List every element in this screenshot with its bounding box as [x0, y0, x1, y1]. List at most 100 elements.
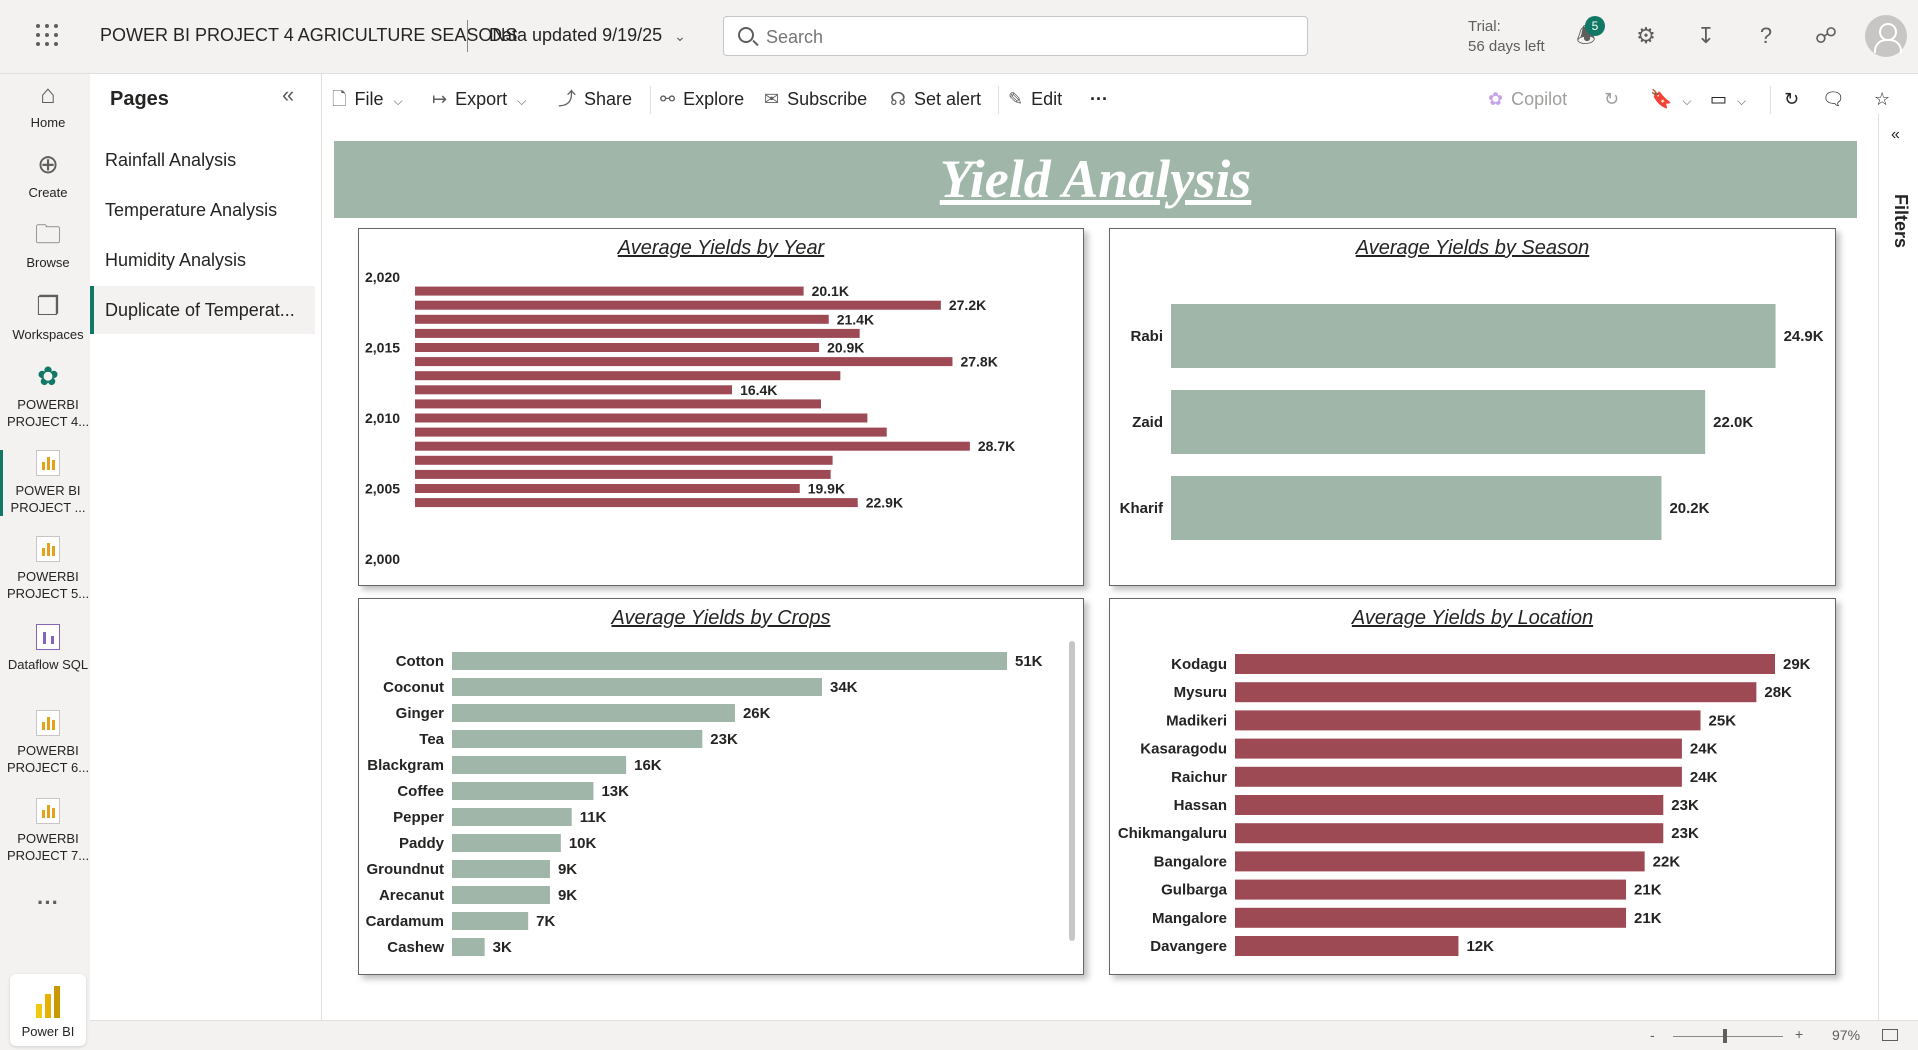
data-label: 29K — [1783, 656, 1811, 673]
avatar[interactable] — [1865, 15, 1907, 57]
bar — [1235, 654, 1775, 674]
nav-dataflow[interactable]: Dataflow SQL — [0, 624, 96, 673]
zoom-in-button[interactable]: + — [1795, 1026, 1803, 1042]
bar — [452, 808, 572, 826]
app-launcher-icon[interactable] — [36, 24, 58, 46]
bar — [1235, 795, 1664, 815]
help-icon[interactable]: ? — [1752, 22, 1780, 50]
bar — [1171, 304, 1776, 368]
home-icon: ⌂ — [40, 79, 56, 109]
download-icon[interactable]: ↧ — [1692, 22, 1720, 50]
search-input[interactable] — [766, 25, 1286, 49]
gear-icon[interactable]: ⚙ — [1632, 22, 1660, 50]
export-menu-button[interactable]: ↦ Export ⌵ — [432, 74, 526, 124]
bar — [452, 912, 529, 930]
nav-create[interactable]: ⊕ Create — [0, 148, 96, 201]
search-box[interactable] — [723, 16, 1308, 56]
nav-report-active[interactable]: POWER BI PROJECT ... — [0, 450, 93, 516]
data-label: 22.0K — [1713, 414, 1753, 431]
crops-scrollbar[interactable] — [1069, 641, 1075, 941]
data-label: 20.9K — [827, 340, 864, 356]
visual-yields-by-crops[interactable]: Average Yields by Crops Cotton 51K Coconut… — [358, 598, 1084, 975]
bar — [1235, 879, 1627, 900]
category-label: Kodagu — [1171, 656, 1227, 673]
category-label: Raichur — [1171, 769, 1227, 786]
category-label: Pepper — [393, 809, 444, 826]
file-label: File — [354, 89, 384, 109]
data-label: 34K — [830, 679, 858, 696]
trial-days-left: 56 days left — [1468, 38, 1545, 55]
nav-report-project6[interactable]: POWERBI PROJECT 6... — [0, 710, 96, 776]
bar — [1235, 823, 1664, 844]
share-icon: ⤴ — [558, 89, 576, 109]
expand-filters-icon[interactable]: « — [1891, 126, 1900, 144]
trial-info: Trial: 56 days left — [1468, 17, 1545, 57]
refresh-icon[interactable]: ↻ — [1784, 74, 1799, 124]
comment-icon[interactable]: 🗨 — [1822, 74, 1845, 124]
more-options-icon[interactable]: ··· — [1090, 74, 1108, 124]
set-alert-button[interactable]: ☊ Set alert — [890, 74, 981, 124]
visual-yields-by-location[interactable]: Average Yields by Location Kodagu 29K Mysu… — [1109, 598, 1836, 975]
page-tab-duplicate-temperature[interactable]: Duplicate of Temperat... — [90, 286, 315, 334]
export-label: Export — [455, 89, 508, 109]
zoom-slider[interactable] — [1673, 1036, 1783, 1037]
bar — [415, 286, 804, 296]
zoom-out-button[interactable]: - — [1650, 1027, 1655, 1043]
nav-report-project5[interactable]: POWERBI PROJECT 5... — [0, 536, 96, 602]
data-label: 24K — [1690, 769, 1718, 786]
data-label: 21K — [1634, 882, 1662, 899]
data-label: 24K — [1690, 741, 1718, 758]
top-bar: POWER BI PROJECT 4 AGRICULTURE SEASONS D… — [0, 0, 1918, 74]
visual-yields-by-year[interactable]: Average Yields by Year 2,020 2,015 2,010 2,… — [358, 228, 1084, 586]
share-feedback-icon[interactable]: ☍ — [1812, 22, 1840, 50]
copilot-button[interactable]: ✿ Copilot — [1488, 74, 1567, 124]
folder-icon: 🗀 — [34, 219, 61, 249]
share-button[interactable]: ⤴ Share — [558, 74, 632, 124]
bar — [415, 427, 887, 437]
nav-report-project7[interactable]: POWERBI PROJECT 7... — [0, 798, 96, 864]
data-label: 27.2K — [949, 297, 986, 313]
data-label: 22K — [1653, 853, 1681, 870]
left-nav: ⌂ Home ⊕ Create 🗀 Browse ❐ Workspaces ✿ … — [0, 74, 90, 1050]
share-label: Share — [584, 89, 633, 109]
visual-yields-by-season[interactable]: Average Yields by Season Rabi 24.9K Zaid 22… — [1109, 228, 1836, 586]
bar — [415, 314, 829, 324]
subscribe-button[interactable]: ✉ Subscribe — [764, 74, 867, 124]
file-icon: 🗋 — [332, 89, 347, 109]
zoom-level: 97% — [1832, 1027, 1861, 1043]
export-icon: ↦ — [432, 89, 448, 109]
alert-bell-icon: ☊ — [890, 89, 906, 109]
report-title: Yield Analysis — [939, 149, 1252, 209]
bookmark-icon[interactable]: 🔖 ⌵ — [1650, 74, 1692, 124]
nav-home[interactable]: ⌂ Home — [0, 78, 96, 131]
bar — [415, 498, 858, 508]
fit-to-page-icon[interactable] — [1882, 1029, 1898, 1041]
collapse-pages-icon[interactable]: « — [282, 82, 294, 108]
bar — [1171, 390, 1706, 454]
page-tab-humidity[interactable]: Humidity Analysis — [90, 236, 315, 284]
nav-browse[interactable]: 🗀 Browse — [0, 218, 96, 271]
reset-icon[interactable]: ↻ — [1604, 74, 1619, 124]
view-icon[interactable]: ▭ ⌵ — [1710, 74, 1746, 124]
data-label: 28.7K — [978, 438, 1015, 454]
nav-create-label: Create — [28, 185, 68, 200]
power-bi-brand[interactable]: Power BI — [10, 974, 86, 1046]
page-tab-rainfall[interactable]: Rainfall Analysis — [90, 136, 315, 184]
trial-label: Trial: — [1468, 18, 1501, 35]
workspace-title[interactable]: POWER BI PROJECT 4 AGRICULTURE SEASONS — [100, 25, 517, 46]
nav-workspace-project4[interactable]: ✿ POWERBI PROJECT 4... — [0, 360, 96, 430]
data-label: 23K — [710, 731, 738, 748]
category-label: Cashew — [387, 939, 444, 956]
category-label: Zaid — [1132, 414, 1163, 431]
zoom-slider-thumb[interactable] — [1722, 1029, 1727, 1043]
search-icon — [738, 27, 754, 43]
page-tab-temperature[interactable]: Temperature Analysis — [90, 186, 315, 234]
data-label: 21.4K — [837, 311, 874, 327]
file-menu-button[interactable]: 🗋 File ⌵ — [332, 74, 403, 124]
nav-workspaces[interactable]: ❐ Workspaces — [0, 290, 96, 343]
explore-button[interactable]: ⚯ Explore — [660, 74, 744, 124]
data-updated-dropdown[interactable]: Data updated 9/19/25 ⌄ — [489, 25, 686, 46]
filters-pane[interactable]: « Filters — [1878, 114, 1918, 1020]
more-icon[interactable]: ··· — [0, 892, 96, 914]
edit-button[interactable]: ✎ Edit — [1008, 74, 1062, 124]
